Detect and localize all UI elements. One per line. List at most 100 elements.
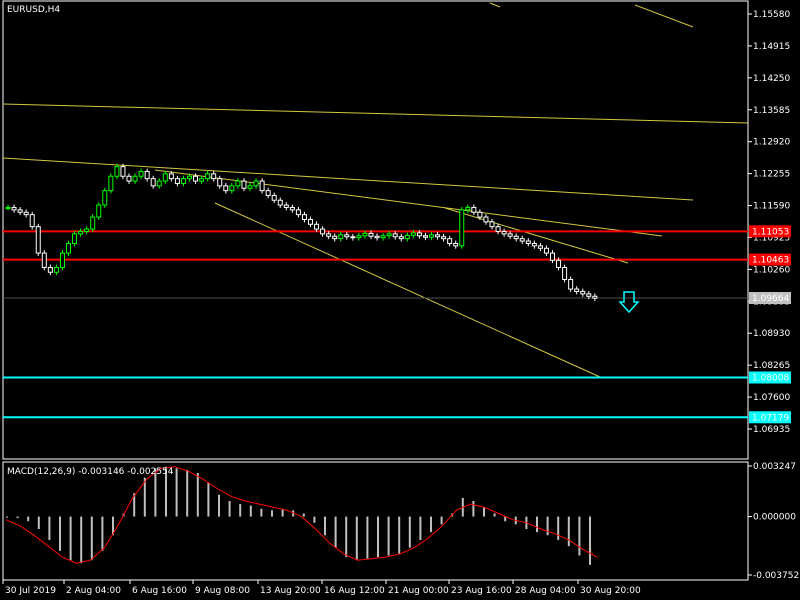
macd-bar [27,516,30,522]
candle-body [429,234,434,238]
candle-body [247,185,253,189]
candle-body [150,178,156,187]
macd-bar [472,500,475,517]
candle-body [356,235,362,239]
candle-body [386,233,392,237]
candle-body [259,180,265,192]
candle-body [17,209,23,213]
candle-body [489,221,495,228]
price-tick-label: 1.15580 [753,10,790,20]
macd-bar [90,516,93,561]
candle-body [350,236,356,239]
time-tick-label: 2 Aug 04:00 [66,586,121,596]
macd-bar [345,516,348,558]
candle-body [144,170,150,180]
macd-bar [324,516,326,536]
chart-window[interactable]: EURUSD,H4 1.15580 1.14915 1.14250 1.13585 1.… [0,0,800,600]
candle-body [308,218,313,225]
level-label: 1.11053 [752,227,789,237]
macd-bar [271,510,273,517]
price-tick-label: 1.12920 [753,138,790,148]
candle-body [235,180,241,187]
candle-body [404,234,410,240]
macd-bar [377,516,379,558]
candle-body [187,175,192,180]
macd-bar [80,516,83,564]
candle-body [96,204,102,218]
candle-body [525,240,531,244]
price-tick-label: 1.10260 [753,265,790,275]
candle-body [53,266,59,273]
candle-body [568,278,574,290]
candle-body [126,175,132,182]
price-tick-label: 1.14250 [753,74,790,84]
candle-body [537,245,543,249]
candle-body [11,206,17,211]
candle-body [338,234,344,240]
macd-tick-label: -0.003752 [753,571,799,581]
candle-body [283,204,289,208]
candle-body [217,178,223,187]
time-tick-label: 23 Aug 16:00 [451,586,512,596]
candle-body [513,235,519,240]
candle-body [241,180,247,189]
macd-title: MACD(12,26,9) -0.003146 -0.002554 [7,467,174,477]
macd-bar [48,516,51,540]
candle-body [507,233,513,237]
candle-body [314,223,320,230]
macd-bar [440,516,443,525]
price-tick-label: 1.07600 [753,393,790,403]
candle-body [229,185,235,192]
candle-body [392,233,398,238]
candle-body [108,175,114,192]
candle-body [550,252,555,261]
candle-body [531,242,537,247]
candle-body [453,242,459,247]
candle-body [459,209,465,247]
candle-body [422,235,428,238]
price-tick-label: 1.06935 [753,425,790,435]
macd-bar [239,504,242,517]
candle-body [289,206,295,211]
candle-body [543,247,549,254]
macd-bar [557,516,560,540]
candle-body [368,232,374,237]
candle-body [211,173,217,180]
macd-bar [589,516,591,565]
chart-background [0,0,800,600]
candle-body [374,235,380,239]
macd-tick-label: 0.000000 [753,513,796,523]
candle-body [477,211,483,218]
candle-body [326,233,332,237]
macd-bar [196,472,199,517]
macd-bar [228,500,231,517]
candle-body [344,234,350,238]
candle-body [114,166,120,177]
candle-body [362,232,368,237]
macd-bar [59,516,61,551]
candle-body [410,232,416,236]
macd-bar [16,516,19,519]
macd-bar [186,469,189,517]
candle-body [90,216,96,230]
price-tick-label: 1.13585 [753,106,790,116]
candle-body [580,290,586,295]
candle-body [447,238,453,244]
macd-bar [175,468,178,517]
candle-body [253,180,259,187]
chart-title: EURUSD,H4 [7,5,60,15]
candle-body [72,233,78,244]
candle-body [501,230,507,235]
macd-bar [567,516,570,547]
time-tick-label: 30 Aug 20:00 [580,586,641,596]
candle-body [156,180,162,187]
level-label: 1.08008 [752,373,789,383]
macd-bar [302,513,305,517]
time-tick-label: 6 Aug 16:00 [132,586,187,596]
level-label: 1.07179 [752,413,789,423]
candle-body [592,295,598,299]
candle-body [59,252,65,268]
time-tick-label: 13 Aug 20:00 [260,586,321,596]
time-tick-label: 16 Aug 12:00 [324,586,385,596]
macd-bar [366,516,369,559]
